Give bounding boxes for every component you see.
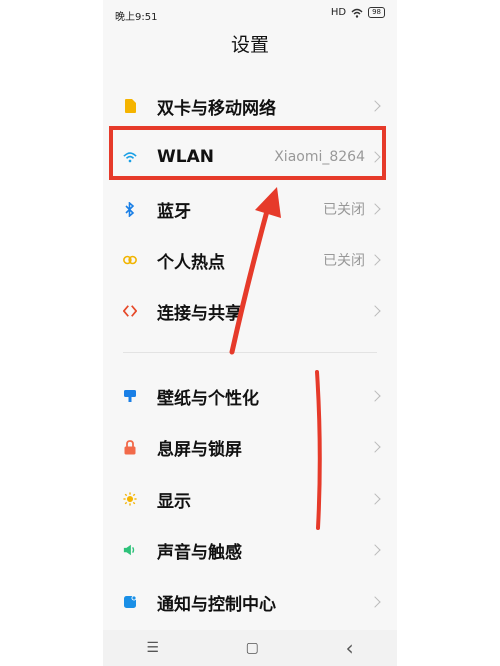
wlan-highlight-box: [109, 126, 386, 180]
menu-item-label: 声音与触感: [157, 542, 242, 563]
menu-item-value: 已关闭: [323, 253, 365, 269]
signal-icon: HD: [330, 7, 347, 18]
chevron-right-icon: [369, 203, 381, 215]
menu-item-label: 显示: [157, 491, 191, 512]
menu-item-label: 连接与共享: [157, 303, 242, 324]
menu-item-label: 壁纸与个性化: [157, 388, 259, 409]
wifi-status-icon: [351, 8, 363, 18]
menu-item-label: 通知与控制中心: [157, 594, 276, 615]
menu-item-notification[interactable]: 通知与控制中心: [103, 579, 397, 625]
navigation-bar: ☰ ▢ ‹: [103, 630, 397, 666]
share-icon: [123, 304, 137, 318]
chevron-right-icon: [369, 390, 381, 402]
menu-item-lock-screen[interactable]: 息屏与锁屏: [103, 424, 397, 470]
menu-item-bluetooth[interactable]: 蓝牙 已关闭: [103, 186, 397, 232]
back-button[interactable]: ‹: [346, 636, 354, 660]
wallpaper-icon: [123, 389, 137, 403]
chevron-right-icon: [369, 305, 381, 317]
chevron-right-icon: [369, 100, 381, 112]
left-background: [0, 0, 103, 666]
menu-item-label: 蓝牙: [157, 201, 191, 222]
menu-item-hotspot[interactable]: 个人热点 已关闭: [103, 237, 397, 283]
menu-item-wallpaper[interactable]: 壁纸与个性化: [103, 373, 397, 419]
menu-item-sound[interactable]: 声音与触感: [103, 527, 397, 573]
battery-icon: 98: [368, 7, 385, 18]
sim-card-icon: [123, 99, 137, 113]
menu-item-label: 个人热点: [157, 252, 225, 273]
sound-icon: [123, 543, 137, 557]
chevron-right-icon: [369, 544, 381, 556]
right-background: [397, 0, 500, 666]
notification-icon: [123, 595, 137, 609]
chevron-right-icon: [369, 596, 381, 608]
chevron-right-icon: [369, 254, 381, 266]
phone-screen: 晚上9:51 HD 98 设置 双卡与移动网络 WLAN Xiaomi_8264…: [103, 0, 397, 666]
section-divider: [123, 352, 377, 353]
menu-item-label: 双卡与移动网络: [157, 98, 276, 119]
home-button[interactable]: ▢: [246, 640, 259, 656]
page-title: 设置: [230, 34, 269, 56]
status-icons: HD 98: [331, 7, 385, 18]
chevron-right-icon: [369, 493, 381, 505]
menu-item-label: 息屏与锁屏: [157, 439, 242, 460]
recent-apps-button[interactable]: ☰: [146, 640, 159, 656]
status-time: 晚上9:51: [115, 12, 158, 23]
menu-item-connection-share[interactable]: 连接与共享: [103, 288, 397, 334]
hotspot-icon: [123, 253, 137, 267]
menu-item-sim-network[interactable]: 双卡与移动网络: [103, 83, 397, 129]
status-bar: 晚上9:51 HD 98: [103, 0, 397, 28]
bluetooth-icon: [123, 201, 137, 217]
chevron-right-icon: [369, 441, 381, 453]
menu-item-display[interactable]: 显示: [103, 476, 397, 522]
lock-icon: [123, 439, 137, 454]
menu-item-value: 已关闭: [323, 202, 365, 218]
brightness-icon: [123, 492, 137, 506]
